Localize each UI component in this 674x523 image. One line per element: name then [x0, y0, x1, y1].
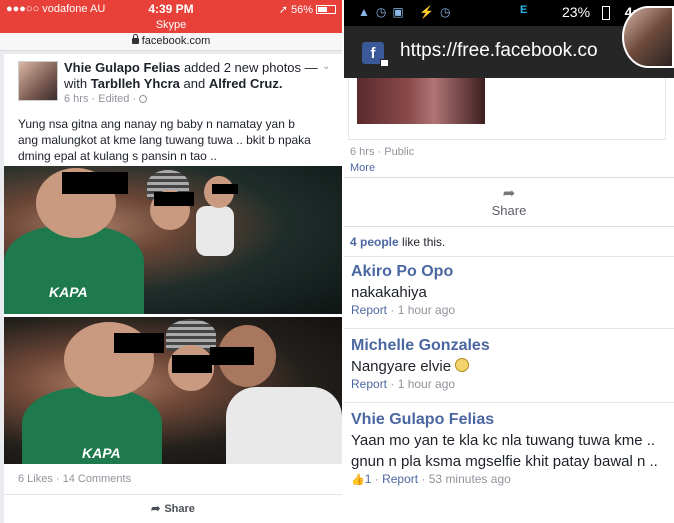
like-thumb-icon: 👍 [351, 474, 365, 486]
globe-icon [139, 95, 148, 103]
battery-indicator: ➚ 56% [279, 3, 336, 16]
battery-icon [316, 5, 336, 14]
censor-bar [62, 172, 128, 194]
comment-meta: 👍1 · Report · 53 minutes ago [351, 472, 511, 486]
ios-status-bar: ●●●○○ vodafone AU 4:39 PM ➚ 56% [0, 0, 342, 18]
share-button[interactable]: ➦ Share [344, 184, 674, 220]
and-word: and [183, 76, 206, 91]
author-avatar[interactable] [18, 61, 58, 101]
facebook-lock-icon[interactable]: f [362, 42, 389, 67]
jersey-text: KAPA [82, 445, 121, 461]
frown-emoji-icon [455, 358, 470, 372]
comment-meta: Report · 1 hour ago [351, 377, 456, 391]
post-meta: 6 hrs · Public [350, 146, 415, 158]
post-meta: 6 hrs · Edited · [64, 93, 148, 105]
post-photo-2[interactable]: KAPA [4, 317, 342, 464]
engagement-counts[interactable]: 6 Likes · 14 Comments [18, 473, 131, 485]
chevron-down-icon[interactable]: ⌄ [322, 61, 332, 72]
battery-icon [602, 6, 610, 20]
url-text: facebook.com [141, 35, 211, 47]
lock-icon [131, 34, 139, 44]
post-meta-text: 6 hrs · Edited · [64, 93, 137, 105]
chat-head-avatar[interactable] [622, 6, 674, 68]
more-link[interactable]: More [350, 162, 375, 174]
censor-bar [172, 355, 212, 373]
share-icon: ➦ [151, 503, 161, 515]
report-link[interactable]: Report [382, 472, 418, 486]
share-icon: ➦ [502, 185, 516, 202]
left-screenshot: ●●●○○ vodafone AU 4:39 PM ➚ 56% Skype fa… [0, 0, 342, 523]
signal-indicator: E [520, 4, 528, 16]
app-title-bar: Skype [0, 18, 342, 33]
post-photo-1[interactable]: KAPA [4, 166, 342, 314]
post-text: Yung nsa gitna ang nanay ng baby n namat… [18, 117, 311, 163]
report-link[interactable]: Report [351, 303, 387, 317]
comment-item: Michelle Gonzales Nangyare elvie Report … [351, 336, 671, 391]
location-icon: ➚ [278, 4, 288, 16]
comment-meta: Report · 1 hour ago [351, 303, 456, 317]
author-name[interactable]: Vhie Gulapo Felias [64, 60, 180, 75]
tagged-person-2[interactable]: Alfred Cruz. [209, 76, 283, 91]
notification-icons: ▲◷▣ ⚡◷ [358, 5, 457, 19]
share-label: Share [164, 503, 195, 515]
battery-percent: 23% [562, 4, 591, 20]
commenter-name[interactable]: Vhie Gulapo Felias [351, 410, 671, 430]
commenter-name[interactable]: Akiro Po Opo [351, 262, 671, 282]
comment-like-count[interactable]: 1 [365, 472, 372, 486]
likes-count[interactable]: 4 people [350, 235, 399, 249]
tagged-person-1[interactable]: Tarblleh Yhcra [91, 76, 180, 91]
jersey-text: KAPA [49, 284, 88, 300]
post-photo[interactable] [357, 78, 485, 124]
comment-item: Vhie Gulapo Felias Yaan mo yan te kla kc… [351, 410, 671, 486]
censor-bar [154, 192, 194, 206]
battery-fill [318, 7, 327, 12]
comment-text: nakakahiya [351, 284, 427, 301]
censor-bar [210, 347, 254, 365]
post-header: Vhie Gulapo Felias added 2 new photos — … [64, 60, 324, 92]
url-bar[interactable]: facebook.com [0, 33, 342, 51]
report-link[interactable]: Report [351, 377, 387, 391]
photo-container [348, 78, 666, 140]
battery-percent: 56% [290, 4, 313, 16]
post-card: Vhie Gulapo Felias added 2 new photos — … [4, 54, 342, 523]
likes-summary[interactable]: 4 people like this. [350, 235, 445, 249]
share-label: Share [491, 203, 527, 218]
browser-url[interactable]: https://free.facebook.co [400, 40, 598, 62]
post-action: added 2 new photos [183, 60, 302, 75]
censor-bar [212, 184, 238, 194]
comment-item: Akiro Po Opo nakakahiya Report · 1 hour … [351, 262, 671, 317]
censor-bar [114, 333, 164, 353]
comment-text: Yaan mo yan te kla kc nla tuwang tuwa km… [351, 432, 658, 470]
right-screenshot: ▲◷▣ ⚡◷ E 23% 4:14 PM f https://free.face… [344, 0, 674, 523]
share-button[interactable]: ➦ Share [4, 502, 342, 515]
comment-text: Nangyare elvie [351, 356, 671, 377]
commenter-name[interactable]: Michelle Gonzales [351, 336, 671, 356]
